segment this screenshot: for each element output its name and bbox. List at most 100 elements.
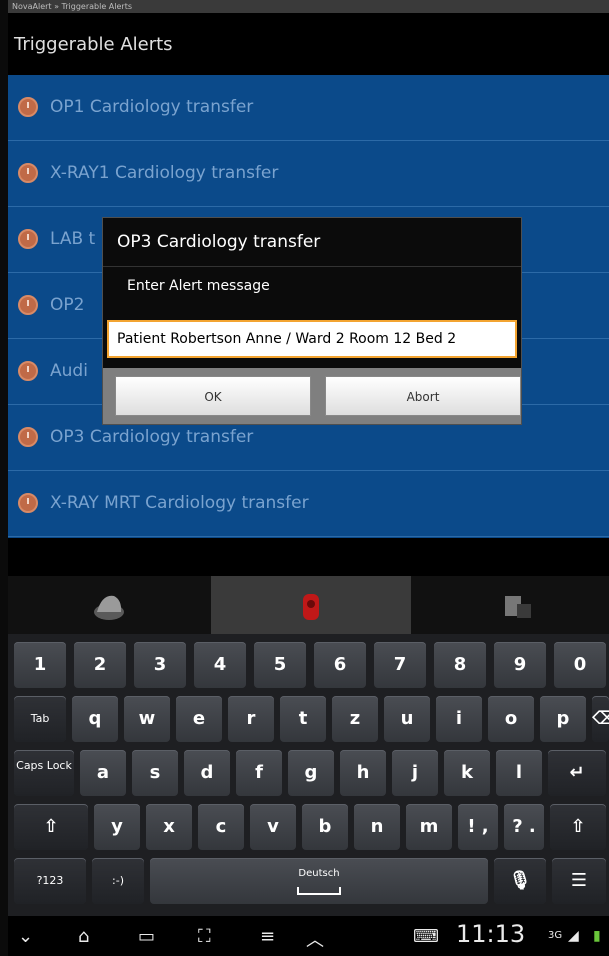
key-exclaim-comma[interactable]: ! ,: [458, 804, 498, 850]
key-emoticon[interactable]: :-): [92, 858, 144, 904]
devices-icon: [505, 596, 531, 618]
keyboard-icon: ⌨: [413, 926, 439, 947]
key-tab[interactable]: Tab: [14, 696, 66, 742]
alert-message-dialog: OP3 Cardiology transfer Enter Alert mess…: [102, 217, 522, 425]
window-title: NovaAlert » Triggerable Alerts: [8, 0, 609, 13]
alert-label: X-RAY1 Cardiology transfer: [50, 163, 279, 183]
space-bar-icon: [297, 887, 341, 895]
alert-label: OP1 Cardiology transfer: [50, 97, 254, 117]
key-j[interactable]: j: [392, 750, 438, 796]
alarm-clock-icon: [18, 97, 38, 117]
key-i[interactable]: i: [436, 696, 482, 742]
key-7[interactable]: 7: [374, 642, 426, 688]
space-language-label: Deutsch: [298, 868, 340, 879]
bottom-tabs: [8, 576, 609, 634]
dialog-title: OP3 Cardiology transfer: [117, 232, 321, 252]
tab-alerts-left[interactable]: [8, 576, 211, 634]
key-h[interactable]: h: [340, 750, 386, 796]
key-k[interactable]: k: [444, 750, 490, 796]
battery-icon: ▮: [593, 928, 601, 944]
dialog-prompt: Enter Alert message: [127, 278, 270, 294]
key-r[interactable]: r: [228, 696, 274, 742]
key-f[interactable]: f: [236, 750, 282, 796]
key-e[interactable]: e: [176, 696, 222, 742]
keyboard-settings-icon[interactable]: ☰: [552, 858, 606, 904]
key-y[interactable]: y: [94, 804, 140, 850]
key-s[interactable]: s: [132, 750, 178, 796]
header: Triggerable Alerts: [8, 13, 609, 75]
key-d[interactable]: d: [184, 750, 230, 796]
signal-icon: ◢: [568, 928, 579, 944]
abort-button[interactable]: Abort: [325, 376, 521, 416]
home-icon[interactable]: ⌂: [78, 926, 89, 947]
key-q[interactable]: q: [72, 696, 118, 742]
key-1[interactable]: 1: [14, 642, 66, 688]
chevron-up-icon[interactable]: ︿: [306, 926, 324, 952]
helmet-icon: [94, 595, 124, 620]
ok-button[interactable]: OK: [115, 376, 311, 416]
alert-item[interactable]: X-RAY MRT Cardiology transfer: [8, 471, 609, 537]
alert-label: X-RAY MRT Cardiology transfer: [50, 493, 309, 513]
tab-devices[interactable]: [411, 576, 609, 634]
alarm-clock-icon: [18, 427, 38, 447]
key-v[interactable]: v: [250, 804, 296, 850]
key-3[interactable]: 3: [134, 642, 186, 688]
key-g[interactable]: g: [288, 750, 334, 796]
alert-message-input[interactable]: Patient Robertson Anne / Ward 2 Room 12 …: [107, 320, 517, 358]
key-6[interactable]: 6: [314, 642, 366, 688]
chevron-down-icon[interactable]: ⌄: [18, 926, 33, 947]
tab-alerts-active[interactable]: [211, 576, 411, 634]
shift-icon[interactable]: ⇧: [14, 804, 88, 850]
recent-apps-icon[interactable]: ▭: [138, 926, 155, 947]
enter-icon[interactable]: ↵: [548, 750, 606, 796]
key-4[interactable]: 4: [194, 642, 246, 688]
key-5[interactable]: 5: [254, 642, 306, 688]
dialog-button-bar: OK Abort: [103, 368, 521, 424]
key-9[interactable]: 9: [494, 642, 546, 688]
key-n[interactable]: n: [354, 804, 400, 850]
key-p[interactable]: p: [540, 696, 586, 742]
shift-icon[interactable]: ⇧: [550, 804, 606, 850]
backspace-icon[interactable]: ⌫: [592, 696, 609, 742]
key-c[interactable]: c: [198, 804, 244, 850]
alert-item[interactable]: X-RAY1 Cardiology transfer: [8, 141, 609, 207]
soft-keyboard: 1 2 3 4 5 6 7 8 9 0 Tab q w e r t z u i …: [8, 634, 609, 916]
alert-label: OP3 Cardiology transfer: [50, 427, 254, 447]
key-o[interactable]: o: [488, 696, 534, 742]
key-space[interactable]: Deutsch: [150, 858, 488, 904]
key-l[interactable]: l: [496, 750, 542, 796]
system-navbar: ⌄ ⌂ ▭ ⛶ ≡ ︿ ⌨ 11:13 3G ◢ ▮: [8, 916, 609, 956]
alarm-clock-icon: [18, 229, 38, 249]
key-question-period[interactable]: ? .: [504, 804, 544, 850]
divider: [103, 266, 521, 267]
key-symbols[interactable]: ?123: [14, 858, 86, 904]
spacer: [8, 538, 609, 576]
key-a[interactable]: a: [80, 750, 126, 796]
app-frame: NovaAlert » Triggerable Alerts Triggerab…: [8, 0, 609, 956]
key-8[interactable]: 8: [434, 642, 486, 688]
alarm-clock-icon: [18, 295, 38, 315]
alert-label: OP2: [50, 295, 85, 315]
key-caps-lock[interactable]: Caps Lock: [14, 750, 74, 796]
key-m[interactable]: m: [406, 804, 452, 850]
key-u[interactable]: u: [384, 696, 430, 742]
alarm-clock-icon: [18, 163, 38, 183]
key-0[interactable]: 0: [554, 642, 606, 688]
menu-icon[interactable]: ≡: [260, 926, 275, 947]
key-b[interactable]: b: [302, 804, 348, 850]
alarm-clock-icon: [18, 493, 38, 513]
key-z[interactable]: z: [332, 696, 378, 742]
microphone-icon[interactable]: 🎙: [494, 858, 546, 904]
key-w[interactable]: w: [124, 696, 170, 742]
alert-label: LAB t: [50, 229, 96, 249]
key-t[interactable]: t: [280, 696, 326, 742]
network-type: 3G: [548, 930, 563, 941]
page-title: Triggerable Alerts: [14, 34, 173, 55]
alarm-clock-icon: [18, 361, 38, 381]
screenshot-icon[interactable]: ⛶: [198, 926, 211, 947]
alert-item[interactable]: OP1 Cardiology transfer: [8, 75, 609, 141]
key-2[interactable]: 2: [74, 642, 126, 688]
key-x[interactable]: x: [146, 804, 192, 850]
clock: 11:13: [456, 920, 526, 948]
alarm-device-icon: [303, 594, 319, 620]
